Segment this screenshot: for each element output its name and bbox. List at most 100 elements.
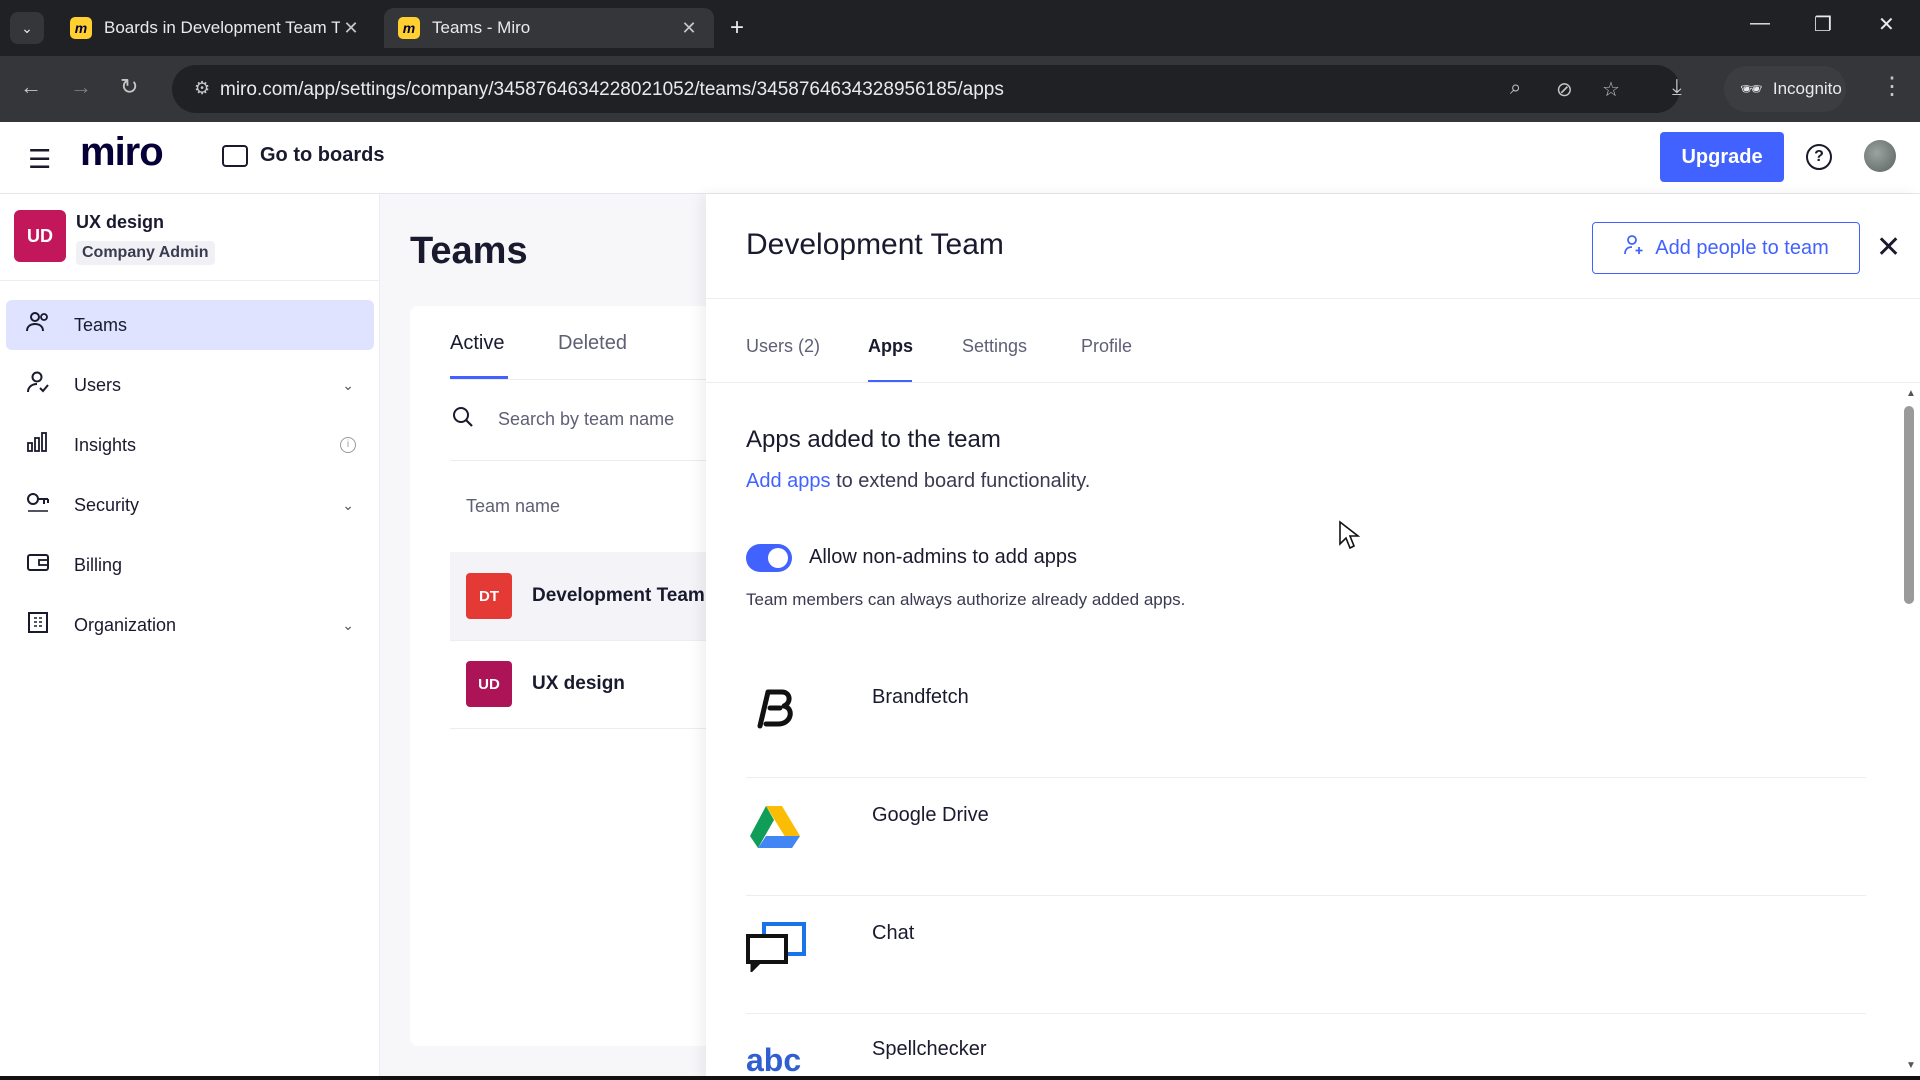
chevron-down-icon: ⌄ [342,616,354,633]
chevron-down-icon: ⌄ [342,376,354,393]
tab-settings[interactable]: Settings [962,336,1027,357]
org-name: UX design [76,212,165,232]
minimize-icon[interactable]: — [1750,12,1770,35]
toggle-label: Allow non-admins to add apps [809,546,1077,568]
reload-icon[interactable]: ↻ [120,74,138,100]
search-icon [452,406,474,434]
allow-non-admins-toggle[interactable] [746,544,792,572]
miro-logo[interactable]: miro [80,130,164,175]
close-tab-icon[interactable]: ✕ [340,18,362,39]
browser-tab-teams[interactable]: m Teams - Miro ✕ [384,8,714,48]
sidebar-item-label: Users [74,374,122,395]
new-tab-icon[interactable]: + [730,14,744,42]
scrollbar-thumb[interactable] [1904,406,1914,604]
building-icon [26,611,54,639]
app-name: Brandfetch [872,686,969,708]
tab-title: Teams - Miro [432,18,531,37]
forward-icon[interactable]: → [70,74,92,100]
incognito-label: Incognito [1772,79,1842,98]
divider [450,460,706,461]
section-title: Apps added to the team [746,426,1001,453]
team-row-development-team[interactable]: DT Development Team [450,552,706,640]
app-row-brandfetch[interactable]: Brandfetch [746,660,1866,778]
info-icon[interactable]: i [340,437,356,453]
tab-apps[interactable]: Apps [868,336,913,357]
page-title: Teams [410,230,528,272]
add-people-button[interactable]: Add people to team [1592,222,1860,274]
section-subtitle-text: to extend board functionality. [830,470,1091,492]
sidebar-item-users[interactable]: Users ⌄ [6,360,374,410]
bar-chart-icon [26,431,54,459]
org-avatar: UD [14,210,66,262]
app-row-spellchecker[interactable]: abc Spellchecker [746,1014,1866,1080]
sidebar-item-insights[interactable]: Insights i [6,420,374,470]
tab-users[interactable]: Users (2) [746,336,820,357]
bottom-edge [0,1076,1920,1080]
sidebar-item-label: Billing [74,554,123,575]
sidebar-item-label: Security [74,494,140,515]
browser-tab-bar: ⌄ m Boards in Development Team Te ✕ m Te… [0,0,1920,56]
divider [450,379,706,380]
scroll-up-arrow[interactable]: ▲ [1906,388,1916,399]
sidebar-item-security[interactable]: Security ⌄ [6,480,374,530]
app-row-google-drive[interactable]: Google Drive [746,778,1866,896]
org-switcher[interactable]: UD UX design Company Admin [14,210,215,265]
settings-sidebar: UD UX design Company Admin Teams Users ⌄… [0,194,380,1080]
column-header-team-name[interactable]: Team name [466,496,560,517]
chat-icon [746,916,806,974]
sidebar-item-billing[interactable]: Billing [6,540,374,590]
sidebar-item-organization[interactable]: Organization ⌄ [6,600,374,650]
team-row-ux-design[interactable]: UD UX design [450,640,706,728]
help-icon[interactable]: ? [1806,144,1832,170]
team-avatar: DT [466,573,512,619]
app-row-chat[interactable]: Chat [746,896,1866,1014]
back-icon[interactable]: ← [20,74,42,100]
brandfetch-icon [746,680,802,736]
divider [706,382,1920,383]
go-to-boards-link[interactable]: Go to boards [222,144,384,167]
close-icon[interactable]: ✕ [1876,230,1901,265]
url-text: miro.com/app/settings/company/3458764634… [220,79,1004,100]
address-bar[interactable]: ⚙ miro.com/app/settings/company/34587646… [172,65,1680,113]
sidebar-item-label: Teams [74,314,128,335]
team-title: Development Team [746,228,1004,261]
window-close-icon[interactable]: ✕ [1878,12,1895,37]
bookmark-star-icon[interactable]: ☆ [1602,77,1620,102]
add-apps-link[interactable]: Add apps [746,470,831,492]
team-name: UX design [532,673,625,694]
toggle-knob [768,548,788,568]
sidebar-item-teams[interactable]: Teams [6,300,374,350]
divider [450,728,706,729]
incognito-badge[interactable]: 🕶 Incognito [1724,66,1846,112]
spellchecker-icon: abc [746,1042,802,1078]
add-user-icon [1623,234,1645,262]
scroll-down-arrow[interactable]: ▼ [1906,1060,1916,1071]
restore-icon[interactable]: ❐ [1814,12,1832,37]
app-name: Spellchecker [872,1038,987,1060]
tab-active[interactable]: Active [450,332,504,355]
user-icon [26,371,54,399]
browser-menu-icon[interactable]: ⋮ [1880,72,1904,101]
browser-toolbar: ← → ↻ ⚙ miro.com/app/settings/company/34… [0,56,1920,122]
eye-off-icon[interactable]: ⊘ [1556,77,1573,102]
tab-search-button[interactable]: ⌄ [10,12,44,44]
org-role-badge: Company Admin [76,241,215,265]
app-name: Google Drive [872,804,989,826]
app-header: ☰ miro Go to boards Upgrade ? [0,122,1920,194]
hamburger-menu-icon[interactable]: ☰ [28,144,51,175]
search-input[interactable] [498,404,698,434]
tab-profile[interactable]: Profile [1081,336,1132,357]
zoom-icon[interactable]: ⌕ [1510,77,1521,100]
browser-tab-boards[interactable]: m Boards in Development Team Te ✕ [56,8,376,48]
site-info-icon[interactable]: ⚙ [194,78,210,99]
go-to-boards-label: Go to boards [260,144,385,166]
user-avatar[interactable] [1864,140,1896,172]
key-icon [26,491,54,519]
google-drive-icon [746,798,802,854]
download-icon[interactable]: ⤓ [1672,74,1682,100]
close-tab-icon[interactable]: ✕ [678,18,700,39]
people-icon [26,311,54,339]
upgrade-button[interactable]: Upgrade [1660,132,1784,182]
tab-deleted[interactable]: Deleted [558,332,627,355]
divider [0,280,380,281]
